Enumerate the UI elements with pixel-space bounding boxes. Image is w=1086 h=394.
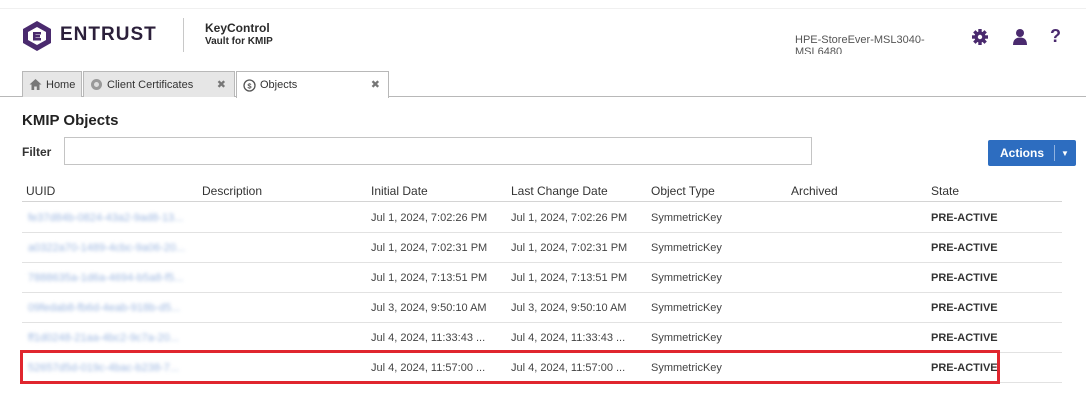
column-header-state[interactable]: State bbox=[931, 184, 959, 198]
host-name: HPE-StoreEver-MSL3040-MSL6480 bbox=[795, 34, 925, 54]
gear-icon[interactable] bbox=[970, 27, 990, 47]
last-change-date-cell: Jul 1, 2024, 7:02:26 PM bbox=[511, 212, 628, 224]
brand-name: ENTRUST bbox=[60, 24, 157, 45]
initial-date-cell: Jul 1, 2024, 7:13:51 PM bbox=[371, 272, 488, 284]
table-row[interactable]: 09fedab8-fb6d-4eab-918b-d5... Jul 3, 202… bbox=[22, 293, 1062, 323]
logo-divider bbox=[183, 18, 184, 52]
product-title: KeyControl bbox=[205, 21, 270, 35]
tab-home[interactable]: Home bbox=[22, 71, 82, 97]
column-header-object-type[interactable]: Object Type bbox=[651, 184, 715, 198]
initial-date-cell: Jul 1, 2024, 7:02:31 PM bbox=[371, 242, 488, 254]
actions-button[interactable]: Actions ▼ bbox=[988, 140, 1076, 166]
filter-input[interactable] bbox=[64, 137, 812, 165]
table-row[interactable]: a0322a70-1489-4cbc-9a06-20... Jul 1, 202… bbox=[22, 233, 1062, 263]
svg-text:$: $ bbox=[247, 81, 252, 90]
uuid-link[interactable]: 7888635a-1d6a-4694-b5a8-f5... bbox=[28, 272, 183, 284]
table-row[interactable]: fe37d84b-0824-43a2-9ad8-13... Jul 1, 202… bbox=[22, 203, 1062, 233]
column-header-last-change-date[interactable]: Last Change Date bbox=[511, 184, 608, 198]
column-header-uuid[interactable]: UUID bbox=[26, 184, 55, 198]
tab-bar: Home Client Certificates ✖ $ Objects ✖ bbox=[0, 68, 1086, 98]
last-change-date-cell: Jul 4, 2024, 11:57:00 ... bbox=[511, 362, 626, 374]
uuid-link[interactable]: a0322a70-1489-4cbc-9a06-20... bbox=[28, 242, 185, 254]
object-type-cell: SymmetricKey bbox=[651, 212, 722, 224]
initial-date-cell: Jul 4, 2024, 11:57:00 ... bbox=[371, 362, 486, 374]
last-change-date-cell: Jul 4, 2024, 11:33:43 ... bbox=[511, 332, 626, 344]
last-change-date-cell: Jul 1, 2024, 7:02:31 PM bbox=[511, 242, 628, 254]
state-cell: PRE-ACTIVE bbox=[931, 272, 998, 284]
uuid-link[interactable]: 09fedab8-fb6d-4eab-918b-d5... bbox=[28, 302, 180, 314]
home-icon bbox=[29, 79, 42, 90]
column-header-initial-date[interactable]: Initial Date bbox=[371, 184, 428, 198]
close-icon[interactable]: ✖ bbox=[217, 78, 226, 91]
table-row[interactable]: ff1d0248-21aa-4bc2-9c7a-20... Jul 4, 202… bbox=[22, 323, 1062, 353]
help-icon[interactable]: ? bbox=[1050, 26, 1061, 47]
top-strip bbox=[0, 0, 1086, 9]
state-cell: PRE-ACTIVE bbox=[931, 242, 998, 254]
app-header: ENTRUST KeyControl Vault for KMIP HPE-St… bbox=[0, 0, 1086, 68]
object-type-cell: SymmetricKey bbox=[651, 242, 722, 254]
state-cell: PRE-ACTIVE bbox=[931, 302, 998, 314]
entrust-logo-icon bbox=[23, 21, 51, 51]
table-row[interactable]: 7888635a-1d6a-4694-b5a8-f5... Jul 1, 202… bbox=[22, 263, 1062, 293]
initial-date-cell: Jul 3, 2024, 9:50:10 AM bbox=[371, 302, 487, 314]
column-header-description[interactable]: Description bbox=[202, 184, 262, 198]
tab-client-certificates[interactable]: Client Certificates ✖ bbox=[83, 71, 235, 97]
last-change-date-cell: Jul 3, 2024, 9:50:10 AM bbox=[511, 302, 627, 314]
initial-date-cell: Jul 1, 2024, 7:02:26 PM bbox=[371, 212, 488, 224]
filter-label: Filter bbox=[22, 145, 52, 159]
tab-objects-label: Objects bbox=[260, 79, 298, 91]
state-cell: PRE-ACTIVE bbox=[931, 212, 998, 224]
chevron-down-icon[interactable]: ▼ bbox=[1055, 149, 1075, 158]
state-cell: PRE-ACTIVE bbox=[931, 332, 998, 344]
table-header: UUID Description Initial Date Last Chang… bbox=[22, 180, 1062, 202]
state-cell: PRE-ACTIVE bbox=[931, 362, 998, 374]
uuid-link[interactable]: fe37d84b-0824-43a2-9ad8-13... bbox=[28, 212, 183, 224]
certificate-icon bbox=[91, 79, 102, 90]
uuid-link[interactable]: ff1d0248-21aa-4bc2-9c7a-20... bbox=[28, 332, 179, 344]
tab-objects[interactable]: $ Objects ✖ bbox=[236, 71, 389, 98]
initial-date-cell: Jul 4, 2024, 11:33:43 ... bbox=[371, 332, 486, 344]
column-header-archived[interactable]: Archived bbox=[791, 184, 838, 198]
tab-client-certificates-label: Client Certificates bbox=[107, 78, 194, 91]
object-type-cell: SymmetricKey bbox=[651, 302, 722, 314]
object-type-cell: SymmetricKey bbox=[651, 332, 722, 344]
objects-icon: $ bbox=[243, 78, 256, 92]
object-type-cell: SymmetricKey bbox=[651, 272, 722, 284]
object-type-cell: SymmetricKey bbox=[651, 362, 722, 374]
last-change-date-cell: Jul 1, 2024, 7:13:51 PM bbox=[511, 272, 628, 284]
table-row[interactable]: 52657d5d-019c-4bac-b238-7... Jul 4, 2024… bbox=[22, 353, 1062, 383]
actions-button-label: Actions bbox=[1000, 146, 1045, 160]
page-title: KMIP Objects bbox=[22, 112, 119, 129]
close-icon[interactable]: ✖ bbox=[371, 78, 380, 91]
product-subtitle: Vault for KMIP bbox=[205, 36, 273, 47]
uuid-link[interactable]: 52657d5d-019c-4bac-b238-7... bbox=[28, 362, 179, 374]
tab-home-label: Home bbox=[46, 78, 76, 91]
user-icon[interactable] bbox=[1010, 27, 1030, 47]
